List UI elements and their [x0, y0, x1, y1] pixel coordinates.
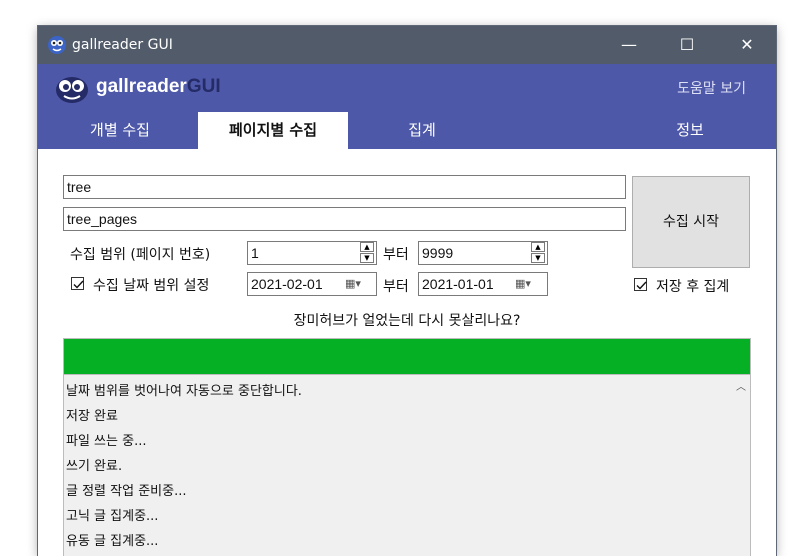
- log-line: 저장 완료: [66, 409, 118, 424]
- aggregate-after-save-checkbox[interactable]: [634, 278, 647, 291]
- check-icon: [636, 281, 647, 290]
- tab-info[interactable]: 정보: [630, 112, 750, 149]
- logo-text-suffix: GUI: [186, 76, 221, 97]
- app-logo-text: gallreaderGUI: [96, 76, 221, 98]
- window-title: gallreader GUI: [72, 37, 173, 53]
- help-link[interactable]: 도움말 보기: [677, 78, 746, 98]
- spin-up-icon[interactable]: ▲: [531, 242, 545, 252]
- log-line: 파일 쓰는 중...: [66, 434, 147, 449]
- page-from-spinner[interactable]: ▲ ▼: [360, 242, 374, 264]
- spin-down-icon[interactable]: ▼: [360, 253, 374, 263]
- tab-aggregate[interactable]: 집계: [362, 112, 482, 149]
- log-line: 쓰기 완료.: [66, 459, 123, 474]
- page-to-input[interactable]: [418, 241, 548, 265]
- chevron-up-icon[interactable]: ︿: [736, 378, 746, 393]
- date-range-checkbox[interactable]: [71, 277, 84, 290]
- tab-by-page[interactable]: 페이지별 수집: [198, 112, 348, 149]
- log-line: 유동 글 집계중...: [66, 534, 159, 549]
- log-line: 고닉 글 집계중...: [66, 509, 159, 524]
- page-to-spinner[interactable]: ▲ ▼: [531, 242, 545, 264]
- maximize-button[interactable]: ☐: [658, 26, 716, 64]
- start-collect-button[interactable]: 수집 시작: [632, 176, 750, 268]
- minimize-button[interactable]: —: [600, 26, 658, 64]
- log-line: 날짜 범위를 벗어나여 자동으로 중단합니다.: [66, 384, 302, 399]
- aggregate-after-save-label: 저장 후 집계: [656, 279, 730, 295]
- tab-individual[interactable]: 개별 수집: [60, 112, 180, 149]
- app-window: gallreader GUI — ☐ ✕ gallreaderGUI 도움말 보…: [38, 26, 776, 556]
- progress-bar: [63, 338, 751, 375]
- page-from-input[interactable]: [247, 241, 377, 265]
- date-range-label: 수집 날짜 범위 설정: [93, 278, 210, 294]
- output-name-input[interactable]: [63, 207, 626, 231]
- gallery-id-input[interactable]: [63, 175, 626, 199]
- app-header: gallreaderGUI 도움말 보기 개별 수집 페이지별 수집 집계 정보: [38, 64, 776, 149]
- logo-text-main: gallreader: [96, 76, 187, 97]
- close-button[interactable]: ✕: [718, 26, 776, 64]
- from-label: 부터: [383, 247, 409, 263]
- app-icon: [48, 36, 66, 54]
- progress-fill: [64, 339, 750, 374]
- log-output[interactable]: 날짜 범위를 벗어나여 자동으로 중단합니다. 저장 완료 파일 쓰는 중...…: [63, 375, 751, 556]
- spin-down-icon[interactable]: ▼: [531, 253, 545, 263]
- date-from-label: 부터: [383, 279, 409, 295]
- status-text: 장미허브가 얼었는데 다시 못살리나요?: [293, 313, 521, 329]
- log-line: 글 정렬 작업 준비중...: [66, 484, 187, 499]
- title-bar: gallreader GUI — ☐ ✕: [38, 26, 776, 64]
- calendar-dropdown-icon[interactable]: ▦▾: [515, 273, 541, 295]
- calendar-dropdown-icon[interactable]: ▦▾: [345, 273, 371, 295]
- check-icon: [73, 280, 84, 289]
- log-scrollbar[interactable]: ︿: [733, 375, 750, 556]
- gallreader-logo-icon: [56, 77, 88, 103]
- spin-up-icon[interactable]: ▲: [360, 242, 374, 252]
- page-range-label: 수집 범위 (페이지 번호): [70, 247, 211, 263]
